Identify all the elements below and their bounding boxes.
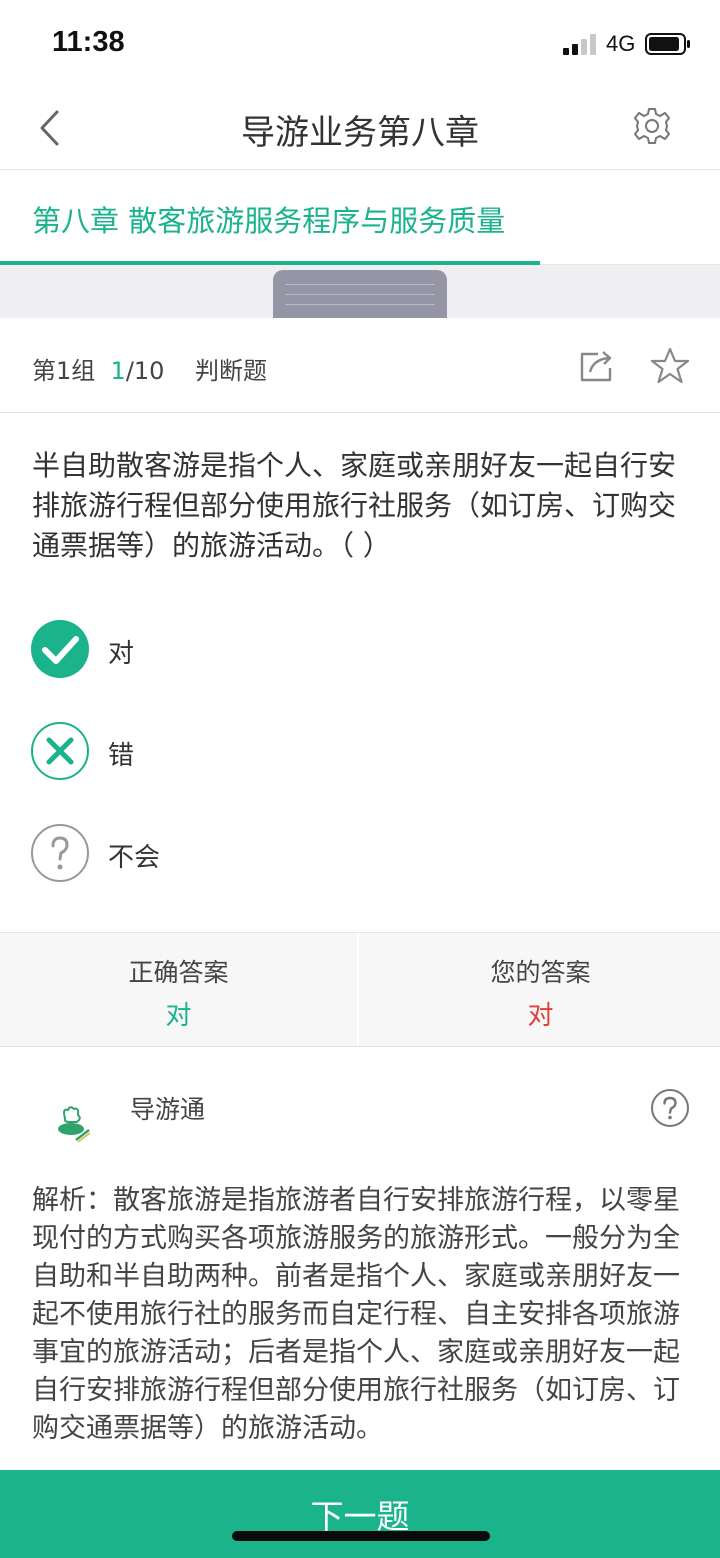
correct-answer-label: 正确答案 <box>128 958 229 987</box>
option-true[interactable]: 对 <box>30 619 430 679</box>
option-label: 错 <box>108 741 135 771</box>
star-icon[interactable] <box>650 347 690 385</box>
status-bar: 11:38 4G <box>0 0 720 88</box>
drag-handle[interactable] <box>273 270 447 318</box>
explanation-header: 导游通 <box>0 1048 720 1168</box>
chapter-tab[interactable]: 第八章 散客旅游服务程序与服务质量 <box>0 170 720 265</box>
chapter-tab-label: 第八章 散客旅游服务程序与服务质量 <box>32 204 506 238</box>
option-unknown[interactable]: 不会 <box>30 823 430 883</box>
your-answer-value: 对 <box>527 1001 554 1031</box>
option-label: 对 <box>108 639 135 669</box>
explanation-text: 解析：散客旅游是指旅游者自行安排旅游行程，以零星现付的方式购买各项旅游服务的旅游… <box>32 1185 680 1444</box>
status-time: 11:38 <box>52 26 125 58</box>
question-header: 第1组 1/10 判断题 <box>0 318 720 413</box>
signal-icon <box>563 33 599 55</box>
check-circle-icon <box>31 620 89 678</box>
nav-bar: 导游业务第八章 <box>0 88 720 170</box>
question-meta: 第1组 1/10 判断题 <box>32 351 267 386</box>
battery-icon <box>645 33 690 55</box>
your-answer: 您的答案 对 <box>361 933 720 1046</box>
current-question-number: 1 <box>110 357 126 385</box>
group-label: 第1组 <box>32 357 96 385</box>
network-type: 4G <box>606 31 636 56</box>
help-icon[interactable] <box>650 1088 690 1128</box>
option-label: 不会 <box>108 843 161 873</box>
drag-strip <box>0 265 720 318</box>
gear-icon[interactable] <box>632 106 672 146</box>
correct-answer-value: 对 <box>165 1001 192 1031</box>
page-title: 导游业务第八章 <box>241 113 479 153</box>
next-question-button[interactable]: 下一题 <box>0 1470 720 1558</box>
question-text: 半自助散客游是指个人、家庭或亲朋好友一起自行安排旅游行程但部分使用旅行社服务（如… <box>32 449 677 562</box>
app-logo-icon <box>58 1106 91 1143</box>
question-circle-icon <box>31 824 89 882</box>
question-total: /10 <box>125 357 165 385</box>
option-false[interactable]: 错 <box>30 721 430 781</box>
x-circle-icon <box>31 722 89 780</box>
your-answer-label: 您的答案 <box>490 958 591 987</box>
share-icon[interactable] <box>578 348 616 384</box>
answer-panel: 正确答案 对 您的答案 对 <box>0 932 720 1047</box>
app-name: 导游通 <box>130 1095 206 1124</box>
home-indicator <box>232 1531 490 1541</box>
correct-answer: 正确答案 对 <box>0 933 359 1046</box>
question-type: 判断题 <box>194 357 267 385</box>
